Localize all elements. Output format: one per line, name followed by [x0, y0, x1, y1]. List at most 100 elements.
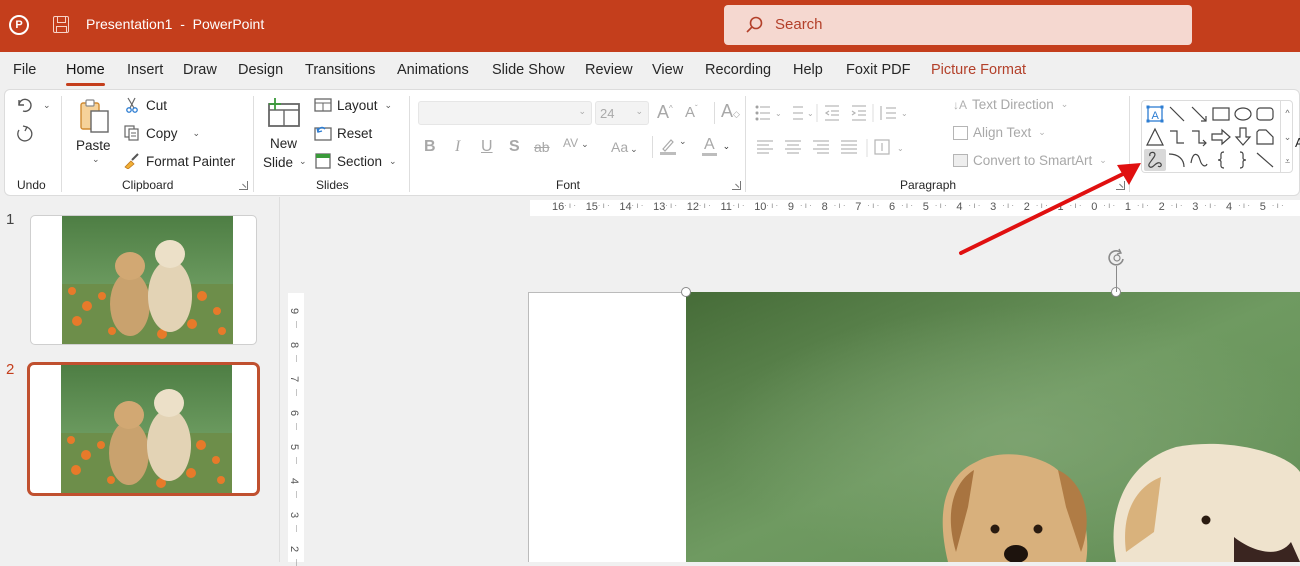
- copy-button[interactable]: Copy ⌄: [123, 125, 200, 141]
- ruler-tick-mark: · ı ·: [867, 201, 880, 210]
- paste-label: Paste: [76, 138, 111, 153]
- tab-foxit-pdf[interactable]: Foxit PDF: [846, 62, 910, 78]
- group-divider: [409, 96, 410, 192]
- shape-snip-rectangle[interactable]: [1254, 126, 1276, 148]
- tab-file[interactable]: File: [13, 62, 36, 78]
- font-name-combobox[interactable]: ⌄: [418, 101, 592, 125]
- tab-recording[interactable]: Recording: [705, 62, 771, 78]
- tab-picture-format[interactable]: Picture Format: [931, 62, 1026, 78]
- slide-thumbnail-1[interactable]: [30, 215, 257, 345]
- shape-diagonal-line[interactable]: [1254, 149, 1276, 171]
- align-text-button[interactable]: Align Text ⌄: [953, 125, 1046, 140]
- search-box[interactable]: Search: [724, 5, 1192, 45]
- change-case-button[interactable]: Aa ⌄: [611, 139, 638, 155]
- clear-formatting-button[interactable]: A◇: [721, 101, 740, 122]
- shape-elbow-connector[interactable]: [1166, 126, 1188, 148]
- section-label: Section: [337, 153, 383, 169]
- ruler-tick-label: 8: [821, 201, 828, 213]
- gallery-scroll-down-button[interactable]: ⌄: [1280, 125, 1294, 149]
- columns-icon: [874, 139, 890, 155]
- horizontal-ruler: 16 · ı · 15 · ı · 14 · ı · 13 · ı · 12 · ı · 11 · ı…: [530, 200, 1300, 216]
- redo-icon[interactable]: [14, 124, 34, 144]
- ruler-tick-label: 15: [585, 201, 598, 213]
- ruler-tick-label: 3: [1192, 201, 1199, 213]
- tab-transitions[interactable]: Transitions: [305, 62, 375, 78]
- resize-handle-top-left[interactable]: [681, 287, 691, 297]
- bold-button[interactable]: B: [424, 138, 436, 156]
- slide-thumbnail-2[interactable]: [27, 362, 260, 496]
- ruler-tick-label: 2: [1158, 201, 1165, 213]
- new-slide-label-line1: New: [270, 136, 298, 151]
- new-slide-icon: [268, 98, 300, 127]
- gallery-expand-button[interactable]: ⩡: [1280, 149, 1294, 173]
- character-spacing-button[interactable]: AV ⌄: [563, 136, 589, 150]
- tab-home[interactable]: Home: [66, 62, 105, 86]
- font-name-chevron-icon: ⌄: [578, 106, 586, 116]
- title-bar: P Presentation1 - PowerPoint Search: [0, 0, 1300, 52]
- text-direction-chevron-icon: ⌄: [1060, 99, 1069, 109]
- ruler-tick-mark: —: [293, 423, 300, 430]
- highlight-color-button[interactable]: ⌄: [659, 136, 687, 161]
- ruler-tick-label: 5: [1259, 201, 1266, 213]
- shape-text-box[interactable]: A: [1144, 103, 1166, 125]
- ruler-tick-mark: · ı ·: [766, 201, 779, 210]
- tab-draw[interactable]: Draw: [183, 62, 217, 78]
- copy-icon: [124, 125, 139, 141]
- section-button[interactable]: Section ⌄: [314, 153, 397, 169]
- font-dialog-launcher-icon[interactable]: [732, 181, 741, 190]
- font-size-combobox[interactable]: 24 ⌄: [595, 101, 649, 125]
- underline-button[interactable]: U: [481, 138, 493, 156]
- shape-curve[interactable]: [1188, 149, 1210, 171]
- shape-right-arrow[interactable]: [1210, 126, 1232, 148]
- paste-button[interactable]: Paste ⌄: [73, 96, 115, 174]
- ruler-tick-mark: · ı ·: [901, 201, 913, 210]
- ruler-tick-label: 5: [922, 201, 929, 213]
- shrink-font-button[interactable]: Aˇ: [685, 104, 698, 121]
- text-direction-button[interactable]: ↓A Text Direction ⌄: [953, 97, 1068, 112]
- font-color-button[interactable]: A ⌄: [702, 136, 730, 156]
- tab-view[interactable]: View: [652, 62, 683, 78]
- clipboard-dialog-launcher-icon[interactable]: [239, 181, 248, 190]
- gallery-scroll-up-button[interactable]: ^: [1280, 101, 1294, 125]
- shape-rectangle[interactable]: [1210, 103, 1232, 125]
- tab-review[interactable]: Review: [585, 62, 633, 78]
- shape-down-arrow[interactable]: [1232, 126, 1254, 148]
- shape-elbow-arrow-connector[interactable]: [1188, 126, 1210, 148]
- shape-oval[interactable]: [1232, 103, 1254, 125]
- text-direction-icon: ↓A: [953, 97, 968, 112]
- undo-icon[interactable]: [15, 96, 33, 114]
- puppies-picture[interactable]: [686, 292, 1300, 562]
- shape-rounded-rectangle[interactable]: [1254, 103, 1276, 125]
- undo-dropdown-chevron-icon[interactable]: ⌄: [43, 100, 51, 111]
- bullets-icon: [755, 105, 770, 121]
- shape-arrow-line[interactable]: [1188, 103, 1210, 125]
- layout-button[interactable]: Layout ⌄: [314, 97, 392, 113]
- tab-insert[interactable]: Insert: [127, 62, 163, 78]
- new-slide-button[interactable]: New Slide ⌄: [261, 96, 307, 174]
- copy-label: Copy: [146, 125, 178, 141]
- strikethrough-button[interactable]: ab: [534, 139, 550, 155]
- shape-line[interactable]: [1166, 103, 1188, 125]
- reset-button[interactable]: Reset: [314, 125, 372, 141]
- tab-slide-show[interactable]: Slide Show: [492, 62, 565, 78]
- copy-chevron-icon[interactable]: ⌄: [193, 128, 201, 139]
- character-spacing-icon: AV: [563, 136, 579, 150]
- shape-triangle[interactable]: [1144, 126, 1166, 148]
- ruler-tick-mark: · ı ·: [934, 201, 947, 210]
- italic-button[interactable]: I: [455, 138, 460, 156]
- grow-font-button[interactable]: A^: [657, 102, 673, 123]
- paragraph-group-label: Paragraph: [900, 178, 957, 192]
- tab-animations[interactable]: Animations: [397, 62, 469, 78]
- ribbon-tabs: File Home Insert Draw Design Transitions…: [0, 52, 1300, 90]
- save-icon[interactable]: [53, 16, 69, 33]
- tab-design[interactable]: Design: [238, 62, 283, 78]
- shadow-button[interactable]: S: [509, 138, 520, 156]
- shape-right-brace[interactable]: [1232, 149, 1254, 171]
- shape-arc[interactable]: [1166, 149, 1188, 171]
- cut-button[interactable]: Cut: [123, 97, 167, 113]
- format-painter-label: Format Painter: [146, 153, 236, 169]
- ruler-tick-label: 7: [855, 201, 862, 213]
- format-painter-button[interactable]: Format Painter: [123, 153, 235, 169]
- tab-help[interactable]: Help: [793, 62, 823, 78]
- shape-left-brace[interactable]: [1210, 149, 1232, 171]
